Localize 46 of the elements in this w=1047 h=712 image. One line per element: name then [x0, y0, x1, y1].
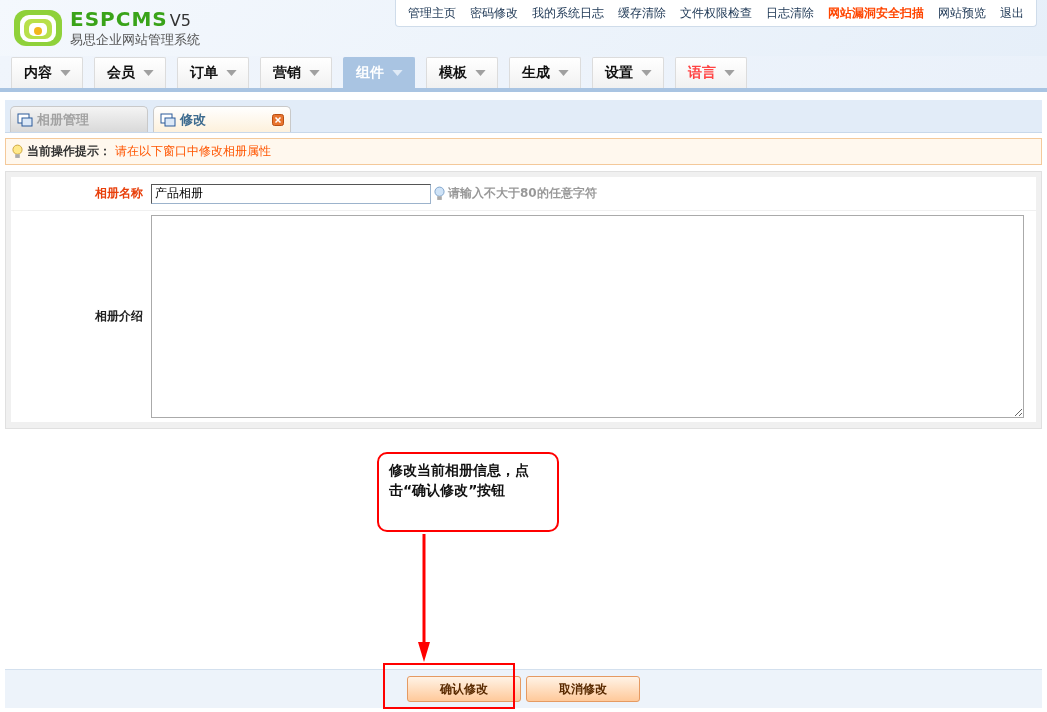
brand-name: ESPCMS — [70, 7, 168, 31]
brand-subtitle: 易思企业网站管理系统 — [70, 31, 200, 49]
caret-icon — [557, 70, 569, 76]
caret-icon — [474, 70, 486, 76]
caret-icon — [59, 70, 71, 76]
top-link[interactable]: 文件权限检查 — [680, 4, 752, 22]
top-link[interactable]: 网站漏洞安全扫描 — [828, 4, 924, 22]
field-label: 相册介绍 — [95, 308, 143, 325]
menu-tab[interactable]: 设置 — [592, 57, 664, 88]
top-link[interactable]: 密码修改 — [470, 4, 518, 22]
lightbulb-icon — [434, 186, 445, 201]
top-link[interactable]: 日志清除 — [766, 4, 814, 22]
textarea-field[interactable] — [151, 215, 1024, 418]
tab-label: 相册管理 — [37, 110, 89, 129]
menu-tab[interactable]: 订单 — [177, 57, 249, 88]
lightbulb-icon — [12, 144, 23, 159]
action-button[interactable]: 取消修改 — [526, 676, 640, 702]
top-link[interactable]: 退出 — [1000, 4, 1024, 22]
input-field[interactable]: 产品相册 — [151, 183, 431, 204]
action-button[interactable]: 确认修改 — [407, 676, 521, 702]
window-icon — [160, 112, 176, 127]
menu-tab[interactable]: 生成 — [509, 57, 581, 88]
caret-icon — [308, 70, 320, 76]
top-link[interactable]: 管理主页 — [408, 4, 456, 22]
tip-text: 请在以下窗口中修改相册属性 — [115, 143, 271, 160]
field-hint: 请输入不大于80的任意字符 — [448, 185, 597, 202]
menu-tab[interactable]: 会员 — [94, 57, 166, 88]
tip-label: 当前操作提示： — [27, 143, 111, 160]
top-link[interactable]: 我的系统日志 — [532, 4, 604, 22]
field-label: 相册名称 — [95, 185, 143, 202]
caret-icon — [640, 70, 652, 76]
menu-tab[interactable]: 内容 — [11, 57, 83, 88]
tab-label: 修改 — [180, 110, 206, 129]
brand-version: V5 — [169, 11, 191, 30]
window-icon — [17, 112, 33, 127]
caret-icon — [142, 70, 154, 76]
close-icon[interactable] — [272, 113, 284, 126]
callout-bubble: 修改当前相册信息，点击“确认修改”按钮 — [377, 452, 559, 532]
top-link[interactable]: 缓存清除 — [618, 4, 666, 22]
menu-tab[interactable]: 模板 — [426, 57, 498, 88]
caret-icon — [723, 70, 735, 76]
top-link[interactable]: 网站预览 — [938, 4, 986, 22]
menu-tab[interactable]: 营销 — [260, 57, 332, 88]
caret-icon — [225, 70, 237, 76]
page-tab[interactable]: 修改 — [153, 106, 291, 132]
caret-icon — [391, 70, 403, 76]
